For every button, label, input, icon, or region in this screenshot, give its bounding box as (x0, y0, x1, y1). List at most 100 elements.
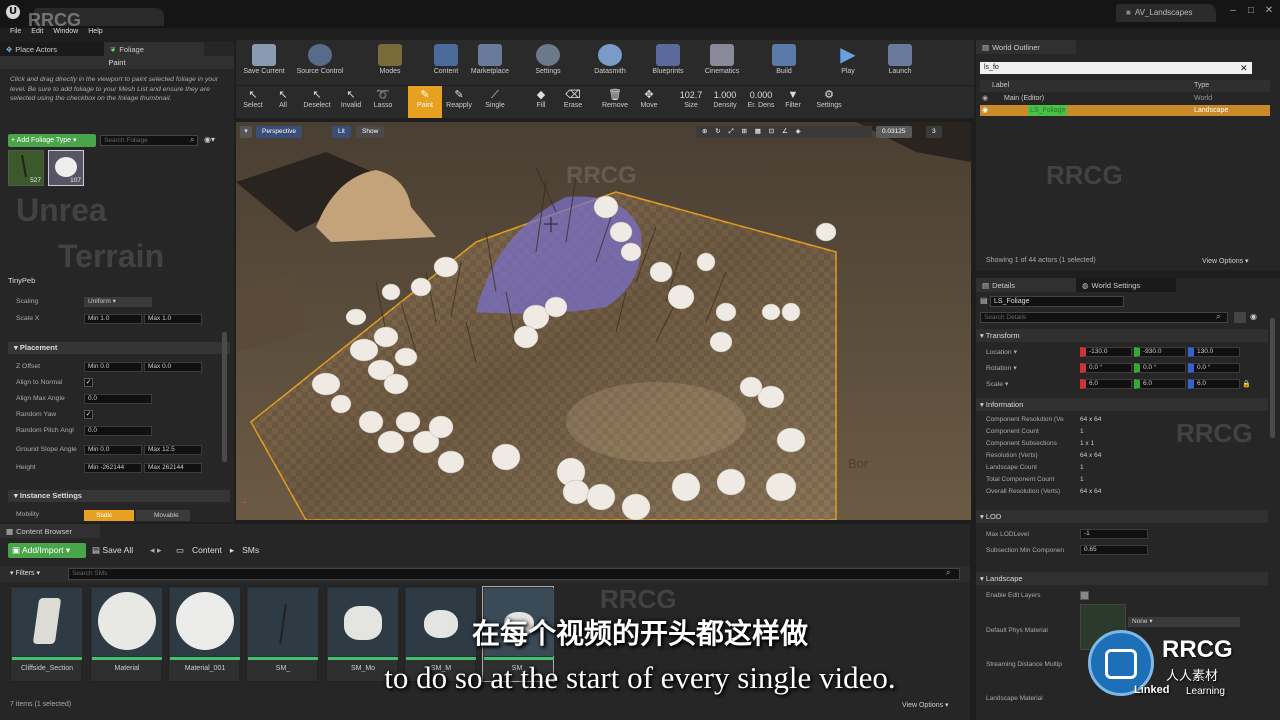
launch-button[interactable]: Launch (872, 40, 928, 85)
eye-icon[interactable]: ◉ (982, 105, 988, 116)
scaling-dropdown[interactable]: Uniform ▾ (84, 297, 152, 307)
cinematics-button[interactable]: Cinematics (694, 40, 750, 85)
details-search-input[interactable]: Search Details (980, 312, 1228, 323)
property-matrix-icon[interactable] (1234, 312, 1246, 323)
lock-icon[interactable]: 🔒 (1242, 380, 1251, 388)
z-offset-max-field[interactable]: Max 0.0 (144, 362, 202, 372)
filter-button[interactable]: ▼ Filter (776, 86, 810, 118)
datasmith-button[interactable]: Datasmith (582, 40, 638, 85)
lit-button[interactable]: Lit (332, 126, 351, 138)
menu-edit[interactable]: Edit (31, 28, 43, 40)
landscape-section[interactable]: ▾ Landscape (976, 572, 1268, 585)
paint-density[interactable]: 1.000 Density (708, 86, 742, 118)
perspective-button[interactable]: Perspective (256, 126, 302, 138)
instance-settings-section[interactable]: ▾ Instance Settings (8, 490, 230, 502)
tool-paint[interactable]: ✎ Paint (408, 86, 442, 118)
menu-file[interactable]: File (10, 28, 21, 40)
left-panel-scrollbar[interactable] (222, 332, 227, 462)
transform-section[interactable]: ▾ Transform (976, 329, 1268, 342)
rotation-x-field[interactable]: 0.0 ° (1080, 363, 1132, 373)
foliage-thumb-grass[interactable]: 527 (8, 150, 44, 186)
history-arrows[interactable]: ◂ ▸ (150, 543, 162, 558)
add-import-button[interactable]: ▣ Add/Import ▾ (8, 543, 86, 558)
tool-erase[interactable]: ⌫ Erase (556, 86, 590, 118)
z-offset-min-field[interactable]: Min 0.0 (84, 362, 142, 372)
random-pitch-field[interactable]: 0.0 (84, 426, 152, 436)
menu-help[interactable]: Help (88, 28, 102, 40)
placement-section[interactable]: ▾ Placement (8, 342, 230, 354)
close-icon[interactable]: ✕ (1262, 6, 1276, 16)
ground-slope-max-field[interactable]: Max 12.5 (144, 445, 202, 455)
tab-world-settings[interactable]: ◍ World Settings (1076, 278, 1176, 292)
rotation-dropdown[interactable]: Rotation ▾ (986, 364, 1017, 372)
scale-x-field[interactable]: 6.0 (1080, 379, 1132, 389)
tool-fill[interactable]: ◆ Fill (524, 86, 558, 118)
location-y-field[interactable]: -930.0 (1134, 347, 1186, 357)
scale-x-min-field[interactable]: Min 1.0 (84, 314, 142, 324)
clear-search-icon[interactable]: ✕ (1240, 62, 1248, 74)
snap-size-button[interactable]: 0.03125 (876, 126, 912, 138)
document-tab[interactable] (34, 8, 164, 26)
details-scrollbar[interactable] (1270, 318, 1275, 438)
max-lod-field[interactable]: -1 (1080, 529, 1148, 539)
settings-button[interactable]: Settings (520, 40, 576, 85)
mobility-static-button[interactable]: Static (84, 510, 134, 521)
tool-single[interactable]: ⟋ Single (478, 86, 512, 118)
random-yaw-checkbox[interactable]: ✓ (84, 410, 93, 419)
play-button[interactable]: ▶ Play (820, 40, 876, 85)
location-z-field[interactable]: 130.0 (1188, 347, 1240, 357)
tool-all[interactable]: ↖ All (266, 86, 300, 118)
column-label[interactable]: Label (992, 80, 1009, 92)
foliage-thumb-pebble[interactable]: 107 (48, 150, 84, 186)
tool-deselect[interactable]: ↖ Deselect (300, 86, 334, 118)
ground-slope-min-field[interactable]: Min 0.0 (84, 445, 142, 455)
scale-z-field[interactable]: 6.0 (1188, 379, 1240, 389)
scale-x-max-field[interactable]: Max 1.0 (144, 314, 202, 324)
location-x-field[interactable]: -130.0 (1080, 347, 1132, 357)
filters-button[interactable]: ▾ Filters ▾ (10, 568, 40, 580)
information-section[interactable]: ▾ Information (976, 398, 1268, 411)
tab-details[interactable]: ▤ Details (976, 278, 1076, 292)
height-min-field[interactable]: Min -262144 (84, 463, 142, 473)
subsection-field[interactable]: 0.65 (1080, 545, 1148, 555)
outliner-search-input[interactable]: ls_fo (980, 62, 1252, 74)
tab-world-outliner[interactable]: ▤ World Outliner (976, 40, 1076, 54)
rotation-z-field[interactable]: 0.0 ° (1188, 363, 1240, 373)
column-type[interactable]: Type (1194, 80, 1209, 92)
tool-remove[interactable]: 🗑 Remove (598, 86, 632, 118)
height-max-field[interactable]: Max 262144 (144, 463, 202, 473)
erase-density[interactable]: 0.000 Er. Dens (744, 86, 778, 118)
mobility-movable-button[interactable]: Movable (136, 510, 190, 521)
foliage-search-input[interactable]: Search Foliage (100, 135, 198, 146)
outliner-row-ls-foliage[interactable]: ◉ LS_Foliage Landscape (980, 105, 1270, 116)
folder-icon[interactable]: ▭ (176, 543, 184, 558)
enable-edit-layers-checkbox[interactable] (1080, 591, 1089, 600)
maximize-icon[interactable]: □ (1244, 6, 1258, 16)
tool-move[interactable]: ✥ Move (632, 86, 666, 118)
tool-reapply[interactable]: ✎ Reapply (442, 86, 476, 118)
scale-dropdown[interactable]: Scale ▾ (986, 380, 1008, 388)
show-button[interactable]: Show (356, 126, 385, 138)
save-current-button[interactable]: Save Current (236, 40, 292, 85)
camera-speed-button[interactable]: 3 (926, 126, 942, 138)
actor-name-field[interactable]: LS_Foliage (990, 296, 1124, 307)
tool-settings-button[interactable]: ⚙ Settings (812, 86, 846, 118)
eye-icon[interactable]: ◉ (982, 93, 988, 104)
transform-controls[interactable]: ⊕ ↻ ⤢ ⊞ ▦ ⊡ ∠ ◈ (696, 126, 872, 138)
add-foliage-type-button[interactable]: + Add Foliage Type ▾ (8, 134, 96, 147)
minimize-icon[interactable]: – (1226, 6, 1240, 16)
project-tab[interactable]: AV_Landscapes (1116, 4, 1216, 22)
content-view-options[interactable]: View Options ▾ (902, 701, 949, 709)
brush-size[interactable]: 102.7 Size (674, 86, 708, 118)
align-normal-checkbox[interactable]: ✓ (84, 378, 93, 387)
eye-icon[interactable]: ◉ (1250, 312, 1257, 321)
eye-icon[interactable]: ◉▾ (204, 135, 215, 144)
marketplace-button[interactable]: Marketplace (462, 40, 518, 85)
blueprints-button[interactable]: Blueprints (640, 40, 696, 85)
modes-button[interactable]: Modes (362, 40, 418, 85)
unreal-logo-icon[interactable]: U (6, 5, 20, 19)
rotation-y-field[interactable]: 0.0 ° (1134, 363, 1186, 373)
tool-invalid[interactable]: ↖ Invalid (334, 86, 368, 118)
tool-select[interactable]: ↖ Select (236, 86, 270, 118)
source-control-button[interactable]: Source Control (292, 40, 348, 85)
